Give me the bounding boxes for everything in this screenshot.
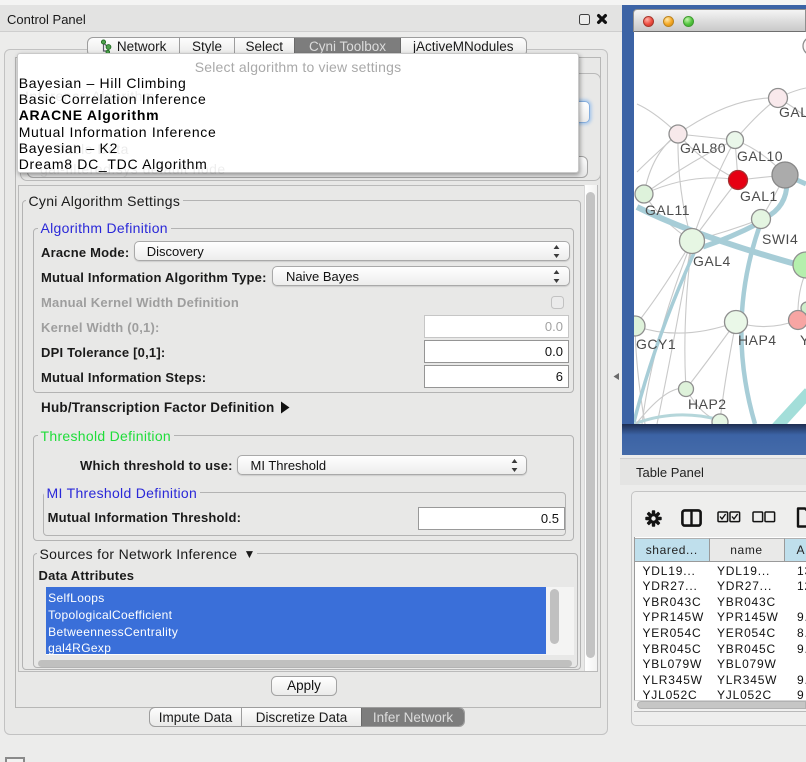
svg-text:Y: Y: [800, 332, 806, 348]
svg-text:GAL1: GAL1: [740, 188, 778, 204]
svg-text:GAL10: GAL10: [737, 148, 783, 164]
svg-text:HAP2: HAP2: [688, 396, 727, 412]
svg-text:GAL4: GAL4: [693, 253, 731, 269]
svg-text:HAP4: HAP4: [738, 332, 777, 348]
svg-text:GAL80: GAL80: [680, 140, 726, 156]
svg-text:SWI4: SWI4: [762, 231, 798, 247]
svg-text:GAL2: GAL2: [779, 104, 806, 120]
svg-text:GAL11: GAL11: [645, 202, 690, 218]
svg-text:GCY1: GCY1: [636, 336, 676, 352]
